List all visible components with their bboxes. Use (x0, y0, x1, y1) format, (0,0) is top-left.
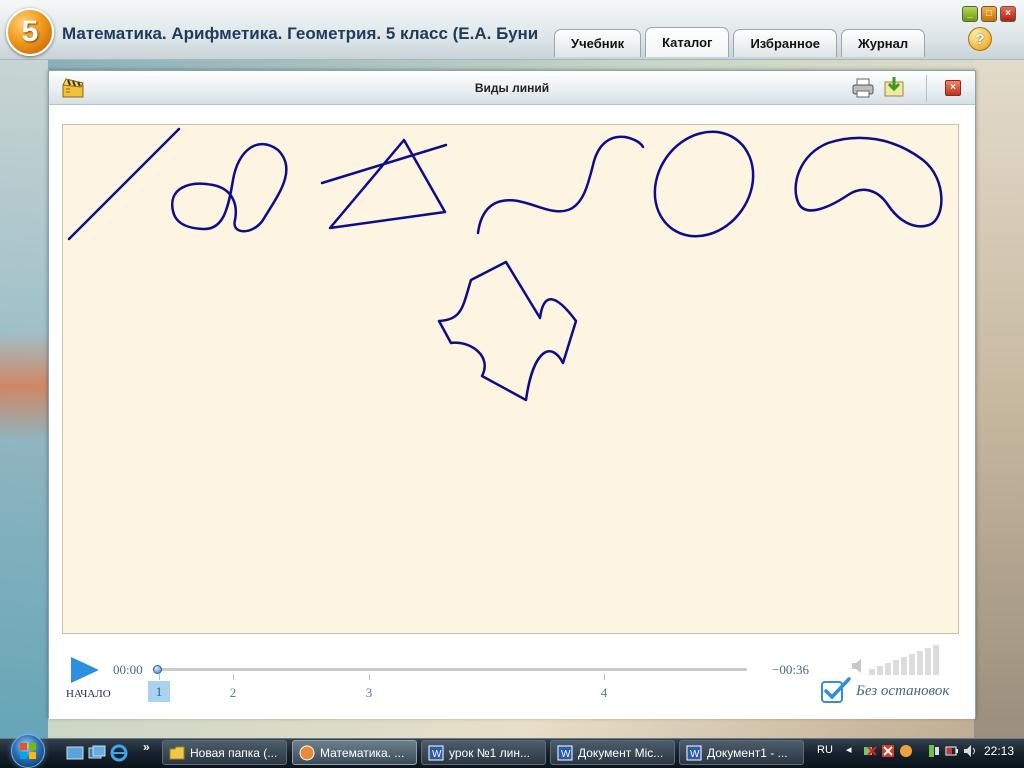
switch-windows-icon[interactable] (88, 744, 106, 762)
taskbar-item-label: урок №1 лин... (449, 745, 531, 760)
volume-tray-icon[interactable] (962, 743, 978, 759)
desktop-background-right (974, 60, 1024, 740)
tray-expand-icon[interactable]: ◂ (846, 743, 852, 756)
marker-tick (604, 674, 605, 680)
toolbar-separator (926, 75, 927, 101)
marker-tick (369, 674, 370, 680)
ellipse-curve (653, 130, 755, 238)
tab-favorites[interactable]: Избранное (733, 29, 838, 57)
taskbar-item-label: Новая папка (... (190, 745, 278, 760)
content-title: Виды линий (474, 81, 550, 95)
marker-tick (233, 674, 234, 680)
close-button[interactable]: × (1000, 6, 1016, 22)
marker-3[interactable]: 3 (359, 685, 379, 701)
start-label[interactable]: НАЧАЛО (66, 688, 111, 700)
taskbar-item[interactable]: Математика. ... (292, 740, 417, 765)
quick-launch-more-icon[interactable]: » (143, 740, 150, 754)
security-alert-icon[interactable] (880, 743, 896, 759)
taskbar-item[interactable]: W урок №1 лин... (421, 740, 546, 765)
volume-bar (901, 657, 907, 675)
marker-2[interactable]: 2 (223, 685, 243, 701)
app-tray-icon[interactable] (898, 743, 914, 759)
volume-slider[interactable] (869, 645, 939, 675)
marker-1[interactable]: 1 (148, 681, 170, 702)
volume-bar (877, 666, 883, 675)
word-icon: W (686, 745, 702, 760)
svg-text:W: W (432, 749, 442, 760)
figure-eight-curve (170, 143, 288, 233)
windows-logo-icon (11, 734, 45, 768)
svg-text:W: W (561, 749, 571, 760)
maximize-button[interactable]: □ (981, 6, 997, 22)
remaining-time: −00:36 (772, 662, 809, 677)
desktop-background (0, 60, 48, 740)
taskbar-item[interactable]: W Документ1 - ... (679, 740, 804, 765)
taskbar-item-label: Документ1 - ... (707, 745, 788, 760)
word-icon: W (428, 745, 444, 760)
straight-line (67, 127, 181, 241)
volume-bar (885, 663, 891, 675)
volume-bar (917, 651, 923, 675)
window-controls: _ □ × (962, 6, 1016, 22)
help-button[interactable]: ? (968, 27, 992, 51)
word-icon: W (557, 745, 573, 760)
wavy-curve (476, 135, 645, 235)
svg-text:W: W (690, 749, 700, 760)
volume-bar (869, 669, 875, 675)
marker-4[interactable]: 4 (594, 685, 614, 701)
show-desktop-icon[interactable] (66, 744, 84, 762)
taskbar-item[interactable]: W Документ Mic... (550, 740, 675, 765)
volume-bar (893, 660, 899, 675)
taskbar-item[interactable]: Новая папка (... (162, 740, 287, 765)
app-icon (299, 745, 315, 760)
content-window: Виды линий × НАЧАЛО 00:00 −00:36 1 2 3 4… (48, 70, 976, 719)
volume-bar (933, 645, 939, 675)
broken-line (320, 138, 448, 230)
media-player: НАЧАЛО 00:00 −00:36 1 2 3 4 Без останово… (49, 641, 975, 719)
internet-explorer-icon[interactable] (110, 744, 128, 762)
language-indicator[interactable]: RU (817, 744, 833, 756)
taskbar-item-label: Математика. ... (320, 745, 405, 760)
minimize-button[interactable]: _ (962, 6, 978, 22)
app-title: Математика. Арифметика. Геометрия. 5 кла… (62, 24, 539, 43)
volume-bar (925, 648, 931, 675)
tab-catalog[interactable]: Каталог (645, 27, 730, 57)
taskbar-item-label: Документ Mic... (578, 745, 664, 760)
grade-badge: 5 (6, 8, 54, 56)
content-close-button[interactable]: × (945, 80, 961, 96)
lines-canvas (62, 124, 959, 634)
current-time: 00:00 (113, 662, 143, 677)
lines-drawing (67, 127, 943, 402)
marker-tick (159, 674, 160, 680)
folder-icon (169, 746, 185, 759)
star-curve (437, 260, 578, 402)
start-button[interactable] (8, 734, 48, 768)
nonstop-checkbox[interactable] (821, 677, 851, 703)
nonstop-label[interactable]: Без остановок (856, 683, 949, 700)
tab-journal[interactable]: Журнал (841, 29, 926, 57)
speaker-icon[interactable] (851, 658, 865, 674)
tab-textbook[interactable]: Учебник (554, 29, 642, 57)
app-header: 5 Математика. Арифметика. Геометрия. 5 к… (0, 0, 1024, 60)
play-icon[interactable] (69, 655, 101, 685)
content-titlebar: Виды линий × (49, 71, 975, 105)
progress-track[interactable] (155, 668, 747, 671)
tab-bar: Учебник Каталог Избранное Журнал (554, 27, 926, 57)
progress-knob[interactable] (153, 665, 162, 674)
network-icon[interactable] (862, 743, 878, 759)
clock[interactable]: 22:13 (984, 744, 1014, 758)
save-download-icon[interactable] (883, 76, 905, 98)
volume-bar (909, 654, 915, 675)
power-icon[interactable] (944, 743, 960, 759)
usb-device-icon[interactable] (926, 743, 942, 759)
bean-curve (794, 136, 943, 228)
print-icon[interactable] (851, 77, 875, 99)
